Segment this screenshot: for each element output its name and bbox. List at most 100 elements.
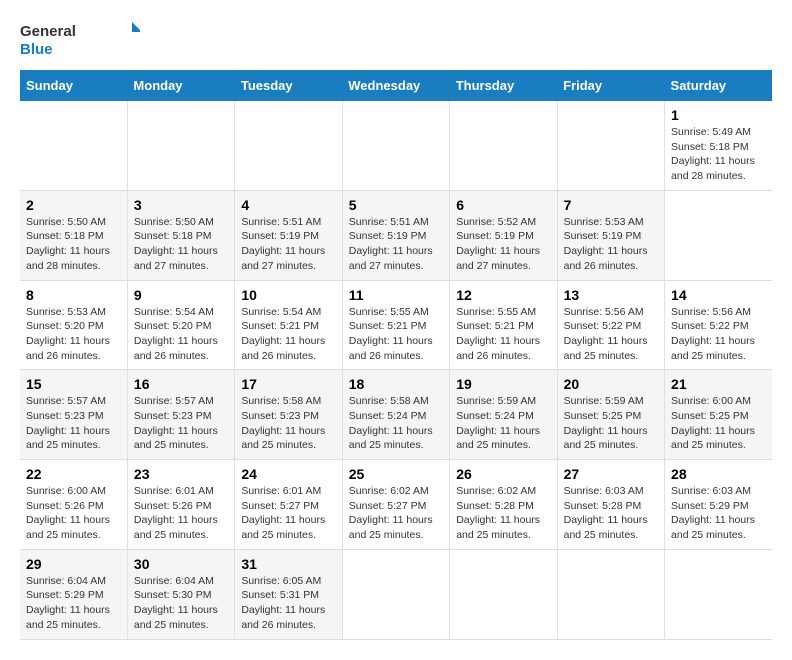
day-info: Sunrise: 6:00 AMSunset: 5:26 PMDaylight:…: [26, 485, 110, 541]
calendar-cell: [20, 101, 127, 190]
calendar-cell: 15Sunrise: 5:57 AMSunset: 5:23 PMDayligh…: [20, 370, 127, 460]
day-info: Sunrise: 5:57 AMSunset: 5:23 PMDaylight:…: [26, 395, 110, 451]
day-info: Sunrise: 6:03 AMSunset: 5:28 PMDaylight:…: [564, 485, 648, 541]
week-row-6: 29Sunrise: 6:04 AMSunset: 5:29 PMDayligh…: [20, 549, 772, 639]
calendar-cell: 9 Sunrise: 5:54 AMSunset: 5:20 PMDaylight…: [127, 280, 234, 370]
weekday-header-row: SundayMondayTuesdayWednesdayThursdayFrid…: [20, 70, 772, 101]
week-row-4: 15Sunrise: 5:57 AMSunset: 5:23 PMDayligh…: [20, 370, 772, 460]
day-info: Sunrise: 5:58 AMSunset: 5:24 PMDaylight:…: [349, 395, 433, 451]
day-info: Sunrise: 5:49 AMSunset: 5:18 PMDaylight:…: [671, 126, 755, 182]
day-number: 13: [564, 287, 658, 303]
day-info: Sunrise: 5:55 AMSunset: 5:21 PMDaylight:…: [456, 306, 540, 362]
calendar-cell: 16Sunrise: 5:57 AMSunset: 5:23 PMDayligh…: [127, 370, 234, 460]
calendar-cell: 26 Sunrise: 6:02 AMSunset: 5:28 PMDayligh…: [450, 460, 557, 550]
day-number: 12: [456, 287, 550, 303]
calendar-cell: 28 Sunrise: 6:03 AMSunset: 5:29 PMDayligh…: [665, 460, 772, 550]
day-info: Sunrise: 5:54 AMSunset: 5:21 PMDaylight:…: [241, 306, 325, 362]
day-number: 5: [349, 197, 443, 213]
calendar-cell: [450, 101, 557, 190]
day-info: Sunrise: 6:03 AMSunset: 5:29 PMDaylight:…: [671, 485, 755, 541]
weekday-header-tuesday: Tuesday: [235, 70, 342, 101]
day-number: 19: [456, 376, 550, 392]
calendar-cell: 30 Sunrise: 6:04 AMSunset: 5:30 PMDayligh…: [127, 549, 234, 639]
calendar-cell: 13Sunrise: 5:56 AMSunset: 5:22 PMDayligh…: [557, 280, 664, 370]
calendar-cell: 10Sunrise: 5:54 AMSunset: 5:21 PMDayligh…: [235, 280, 342, 370]
day-info: Sunrise: 6:02 AMSunset: 5:27 PMDaylight:…: [349, 485, 433, 541]
day-info: Sunrise: 6:02 AMSunset: 5:28 PMDaylight:…: [456, 485, 540, 541]
calendar-cell: 27 Sunrise: 6:03 AMSunset: 5:28 PMDayligh…: [557, 460, 664, 550]
day-number: 20: [564, 376, 658, 392]
day-number: 28: [671, 466, 766, 482]
calendar-cell: 2Sunrise: 5:50 AMSunset: 5:18 PMDaylight…: [20, 190, 127, 280]
day-info: Sunrise: 5:51 AMSunset: 5:19 PMDaylight:…: [349, 216, 433, 272]
week-row-5: 22 Sunrise: 6:00 AMSunset: 5:26 PMDayligh…: [20, 460, 772, 550]
calendar-cell: 11Sunrise: 5:55 AMSunset: 5:21 PMDayligh…: [342, 280, 449, 370]
day-number: 3: [134, 197, 228, 213]
day-number: 8: [26, 287, 121, 303]
day-number: 6: [456, 197, 550, 213]
week-row-3: 8 Sunrise: 5:53 AMSunset: 5:20 PMDaylight…: [20, 280, 772, 370]
day-number: 18: [349, 376, 443, 392]
calendar-cell: 14Sunrise: 5:56 AMSunset: 5:22 PMDayligh…: [665, 280, 772, 370]
calendar-cell: [342, 549, 449, 639]
calendar-cell: 21Sunrise: 6:00 AMSunset: 5:25 PMDayligh…: [665, 370, 772, 460]
day-number: 31: [241, 556, 335, 572]
calendar-cell: [557, 549, 664, 639]
calendar-cell: 19 Sunrise: 5:59 AMSunset: 5:24 PMDayligh…: [450, 370, 557, 460]
svg-text:General: General: [20, 23, 76, 40]
calendar-cell: 12 Sunrise: 5:55 AMSunset: 5:21 PMDayligh…: [450, 280, 557, 370]
day-number: 24: [241, 466, 335, 482]
day-info: Sunrise: 5:55 AMSunset: 5:21 PMDaylight:…: [349, 306, 433, 362]
calendar-cell: [665, 190, 772, 280]
day-number: 22: [26, 466, 121, 482]
calendar-cell: [235, 101, 342, 190]
calendar-cell: 31 Sunrise: 6:05 AMSunset: 5:31 PMDayligh…: [235, 549, 342, 639]
day-info: Sunrise: 6:01 AMSunset: 5:26 PMDaylight:…: [134, 485, 218, 541]
day-info: Sunrise: 5:51 AMSunset: 5:19 PMDaylight:…: [241, 216, 325, 272]
day-number: 17: [241, 376, 335, 392]
day-info: Sunrise: 5:56 AMSunset: 5:22 PMDaylight:…: [671, 306, 755, 362]
calendar-cell: 17 Sunrise: 5:58 AMSunset: 5:23 PMDayligh…: [235, 370, 342, 460]
svg-text:Blue: Blue: [20, 41, 53, 58]
calendar-cell: 25 Sunrise: 6:02 AMSunset: 5:27 PMDayligh…: [342, 460, 449, 550]
day-info: Sunrise: 6:05 AMSunset: 5:31 PMDaylight:…: [241, 575, 325, 631]
day-info: Sunrise: 5:57 AMSunset: 5:23 PMDaylight:…: [134, 395, 218, 451]
calendar-cell: 3 Sunrise: 5:50 AMSunset: 5:18 PMDaylight…: [127, 190, 234, 280]
day-info: Sunrise: 5:59 AMSunset: 5:25 PMDaylight:…: [564, 395, 648, 451]
weekday-header-saturday: Saturday: [665, 70, 772, 101]
day-number: 1: [671, 107, 766, 123]
day-number: 27: [564, 466, 658, 482]
week-row-1: 1 Sunrise: 5:49 AMSunset: 5:18 PMDaylight…: [20, 101, 772, 190]
day-info: Sunrise: 6:04 AMSunset: 5:30 PMDaylight:…: [134, 575, 218, 631]
calendar-cell: 29Sunrise: 6:04 AMSunset: 5:29 PMDayligh…: [20, 549, 127, 639]
weekday-header-wednesday: Wednesday: [342, 70, 449, 101]
logo: General Blue: [20, 20, 140, 60]
calendar-cell: [665, 549, 772, 639]
day-info: Sunrise: 6:04 AMSunset: 5:29 PMDaylight:…: [26, 575, 110, 631]
day-number: 25: [349, 466, 443, 482]
calendar-cell: [557, 101, 664, 190]
weekday-header-friday: Friday: [557, 70, 664, 101]
day-info: Sunrise: 5:54 AMSunset: 5:20 PMDaylight:…: [134, 306, 218, 362]
calendar-cell: 24Sunrise: 6:01 AMSunset: 5:27 PMDayligh…: [235, 460, 342, 550]
day-info: Sunrise: 5:58 AMSunset: 5:23 PMDaylight:…: [241, 395, 325, 451]
day-info: Sunrise: 5:53 AMSunset: 5:20 PMDaylight:…: [26, 306, 110, 362]
logo-svg: General Blue: [20, 20, 140, 60]
calendar-cell: 22 Sunrise: 6:00 AMSunset: 5:26 PMDayligh…: [20, 460, 127, 550]
day-info: Sunrise: 5:59 AMSunset: 5:24 PMDaylight:…: [456, 395, 540, 451]
weekday-header-thursday: Thursday: [450, 70, 557, 101]
day-info: Sunrise: 5:50 AMSunset: 5:18 PMDaylight:…: [134, 216, 218, 272]
day-number: 26: [456, 466, 550, 482]
calendar-cell: 5 Sunrise: 5:51 AMSunset: 5:19 PMDaylight…: [342, 190, 449, 280]
calendar-cell: [127, 101, 234, 190]
header: General Blue: [20, 20, 772, 60]
calendar-cell: 4Sunrise: 5:51 AMSunset: 5:19 PMDaylight…: [235, 190, 342, 280]
day-number: 7: [564, 197, 658, 213]
day-number: 9: [134, 287, 228, 303]
calendar-cell: 7Sunrise: 5:53 AMSunset: 5:19 PMDaylight…: [557, 190, 664, 280]
day-info: Sunrise: 6:00 AMSunset: 5:25 PMDaylight:…: [671, 395, 755, 451]
calendar-cell: [342, 101, 449, 190]
weekday-header-monday: Monday: [127, 70, 234, 101]
calendar-cell: 23Sunrise: 6:01 AMSunset: 5:26 PMDayligh…: [127, 460, 234, 550]
day-number: 30: [134, 556, 228, 572]
